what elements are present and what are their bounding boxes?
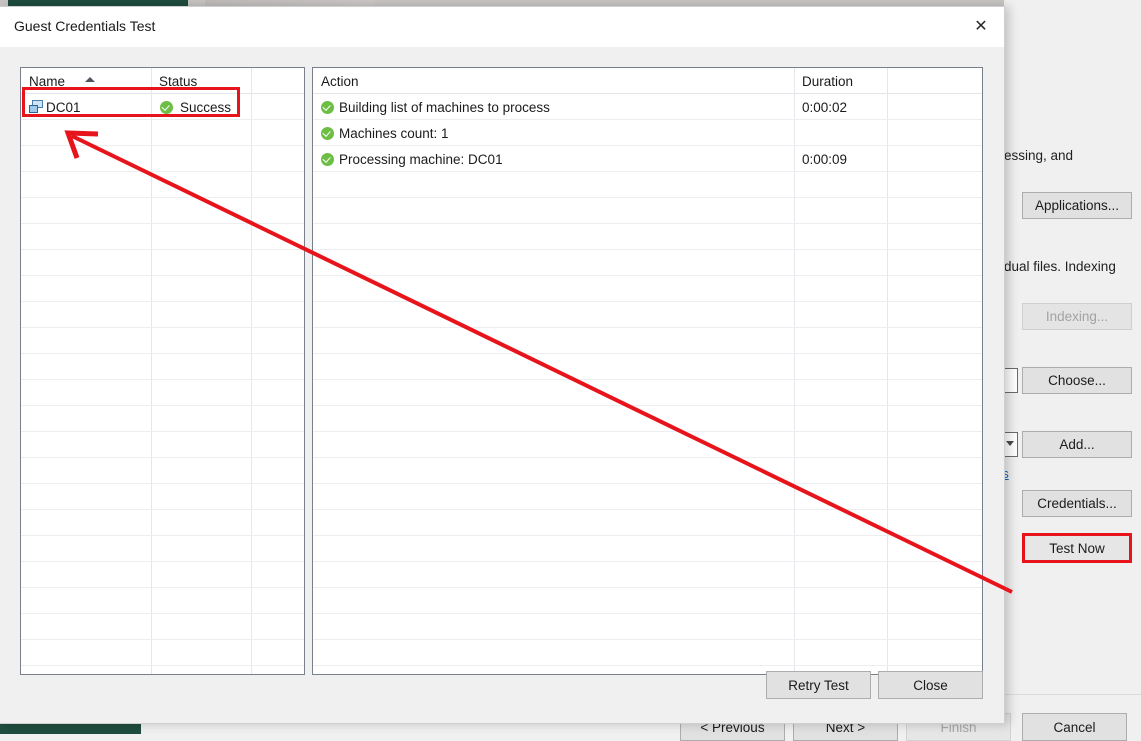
applications-button[interactable]: Applications... bbox=[1022, 192, 1132, 219]
row-divider bbox=[21, 301, 304, 302]
column-divider-2 bbox=[251, 68, 252, 674]
credentials-button[interactable]: Credentials... bbox=[1022, 490, 1132, 517]
action-duration: 0:00:09 bbox=[802, 151, 848, 167]
row-divider bbox=[313, 639, 982, 640]
row-divider bbox=[21, 119, 304, 120]
row-divider bbox=[21, 665, 304, 666]
row-divider bbox=[313, 197, 982, 198]
row-divider bbox=[21, 223, 304, 224]
header-divider bbox=[21, 93, 304, 94]
row-divider bbox=[313, 561, 982, 562]
row-divider bbox=[313, 431, 982, 432]
actions-grid[interactable]: Action Duration Building list of machine… bbox=[312, 67, 983, 675]
dialog-title: Guest Credentials Test bbox=[14, 18, 156, 34]
row-divider bbox=[21, 535, 304, 536]
column-header-blank[interactable] bbox=[887, 68, 982, 94]
row-divider bbox=[313, 119, 982, 120]
guest-credentials-test-dialog: Guest Credentials Test ✕ Name Status DC0… bbox=[0, 6, 1005, 724]
row-divider bbox=[313, 457, 982, 458]
column-divider-1 bbox=[794, 68, 795, 674]
column-header-action[interactable]: Action bbox=[313, 68, 794, 94]
row-divider bbox=[21, 405, 304, 406]
row-divider bbox=[313, 483, 982, 484]
success-check-icon bbox=[321, 152, 334, 166]
row-divider bbox=[21, 483, 304, 484]
success-check-icon bbox=[321, 100, 334, 114]
add-button[interactable]: Add... bbox=[1022, 431, 1132, 458]
row-divider bbox=[21, 639, 304, 640]
row-divider bbox=[313, 509, 982, 510]
action-text: Processing machine: DC01 bbox=[339, 151, 503, 167]
dialog-titlebar: Guest Credentials Test ✕ bbox=[0, 7, 1004, 47]
column-divider-2 bbox=[887, 68, 888, 674]
column-header-blank[interactable] bbox=[251, 68, 304, 94]
actions-grid-header: Action Duration bbox=[313, 68, 982, 94]
row-divider bbox=[313, 353, 982, 354]
row-divider bbox=[21, 457, 304, 458]
row-divider bbox=[21, 327, 304, 328]
row-divider bbox=[21, 587, 304, 588]
row-divider bbox=[21, 197, 304, 198]
machines-grid[interactable]: Name Status DC01 Success bbox=[20, 67, 305, 675]
choose-button[interactable]: Choose... bbox=[1022, 367, 1132, 394]
column-divider-1 bbox=[151, 68, 152, 674]
retry-test-button[interactable]: Retry Test bbox=[766, 671, 871, 699]
row-divider bbox=[21, 509, 304, 510]
success-check-icon bbox=[321, 126, 334, 140]
action-duration: 0:00:02 bbox=[802, 99, 848, 115]
action-text: Building list of machines to process bbox=[339, 99, 550, 115]
close-icon[interactable]: ✕ bbox=[958, 7, 1004, 47]
column-header-status[interactable]: Status bbox=[151, 68, 251, 94]
cancel-button[interactable]: Cancel bbox=[1022, 713, 1127, 741]
row-divider bbox=[313, 171, 982, 172]
sort-ascending-icon bbox=[85, 77, 95, 82]
row-divider bbox=[21, 249, 304, 250]
close-button[interactable]: Close bbox=[878, 671, 983, 699]
row-divider bbox=[21, 561, 304, 562]
column-header-duration[interactable]: Duration bbox=[794, 68, 887, 94]
test-now-button[interactable]: Test Now bbox=[1024, 535, 1130, 561]
row-divider bbox=[21, 275, 304, 276]
machine-status: Success bbox=[180, 99, 232, 115]
row-divider bbox=[313, 665, 982, 666]
machine-name: DC01 bbox=[46, 99, 81, 115]
row-divider bbox=[21, 145, 304, 146]
row-divider bbox=[21, 171, 304, 172]
row-divider bbox=[313, 249, 982, 250]
machine-icon bbox=[29, 100, 44, 114]
row-divider bbox=[313, 535, 982, 536]
row-divider bbox=[313, 613, 982, 614]
row-divider bbox=[21, 353, 304, 354]
row-divider bbox=[313, 223, 982, 224]
background-text-indexing: dual files. Indexing bbox=[1004, 259, 1116, 274]
wizard-separator bbox=[1004, 694, 1141, 695]
row-divider bbox=[21, 379, 304, 380]
success-check-icon bbox=[160, 100, 173, 114]
chevron-down-icon bbox=[1006, 441, 1014, 446]
background-text-processing: essing, and bbox=[1004, 148, 1074, 163]
indexing-button: Indexing... bbox=[1022, 303, 1132, 330]
dialog-body: Name Status DC01 Success Action Duration… bbox=[0, 47, 1004, 723]
action-text: Machines count: 1 bbox=[339, 125, 449, 141]
row-divider bbox=[313, 405, 982, 406]
row-divider bbox=[21, 613, 304, 614]
machines-grid-header: Name Status bbox=[21, 68, 304, 94]
row-divider bbox=[313, 587, 982, 588]
row-divider bbox=[313, 327, 982, 328]
header-divider bbox=[313, 93, 982, 94]
row-divider bbox=[313, 301, 982, 302]
row-divider bbox=[313, 145, 982, 146]
row-divider bbox=[313, 275, 982, 276]
row-divider bbox=[21, 431, 304, 432]
row-divider bbox=[313, 379, 982, 380]
